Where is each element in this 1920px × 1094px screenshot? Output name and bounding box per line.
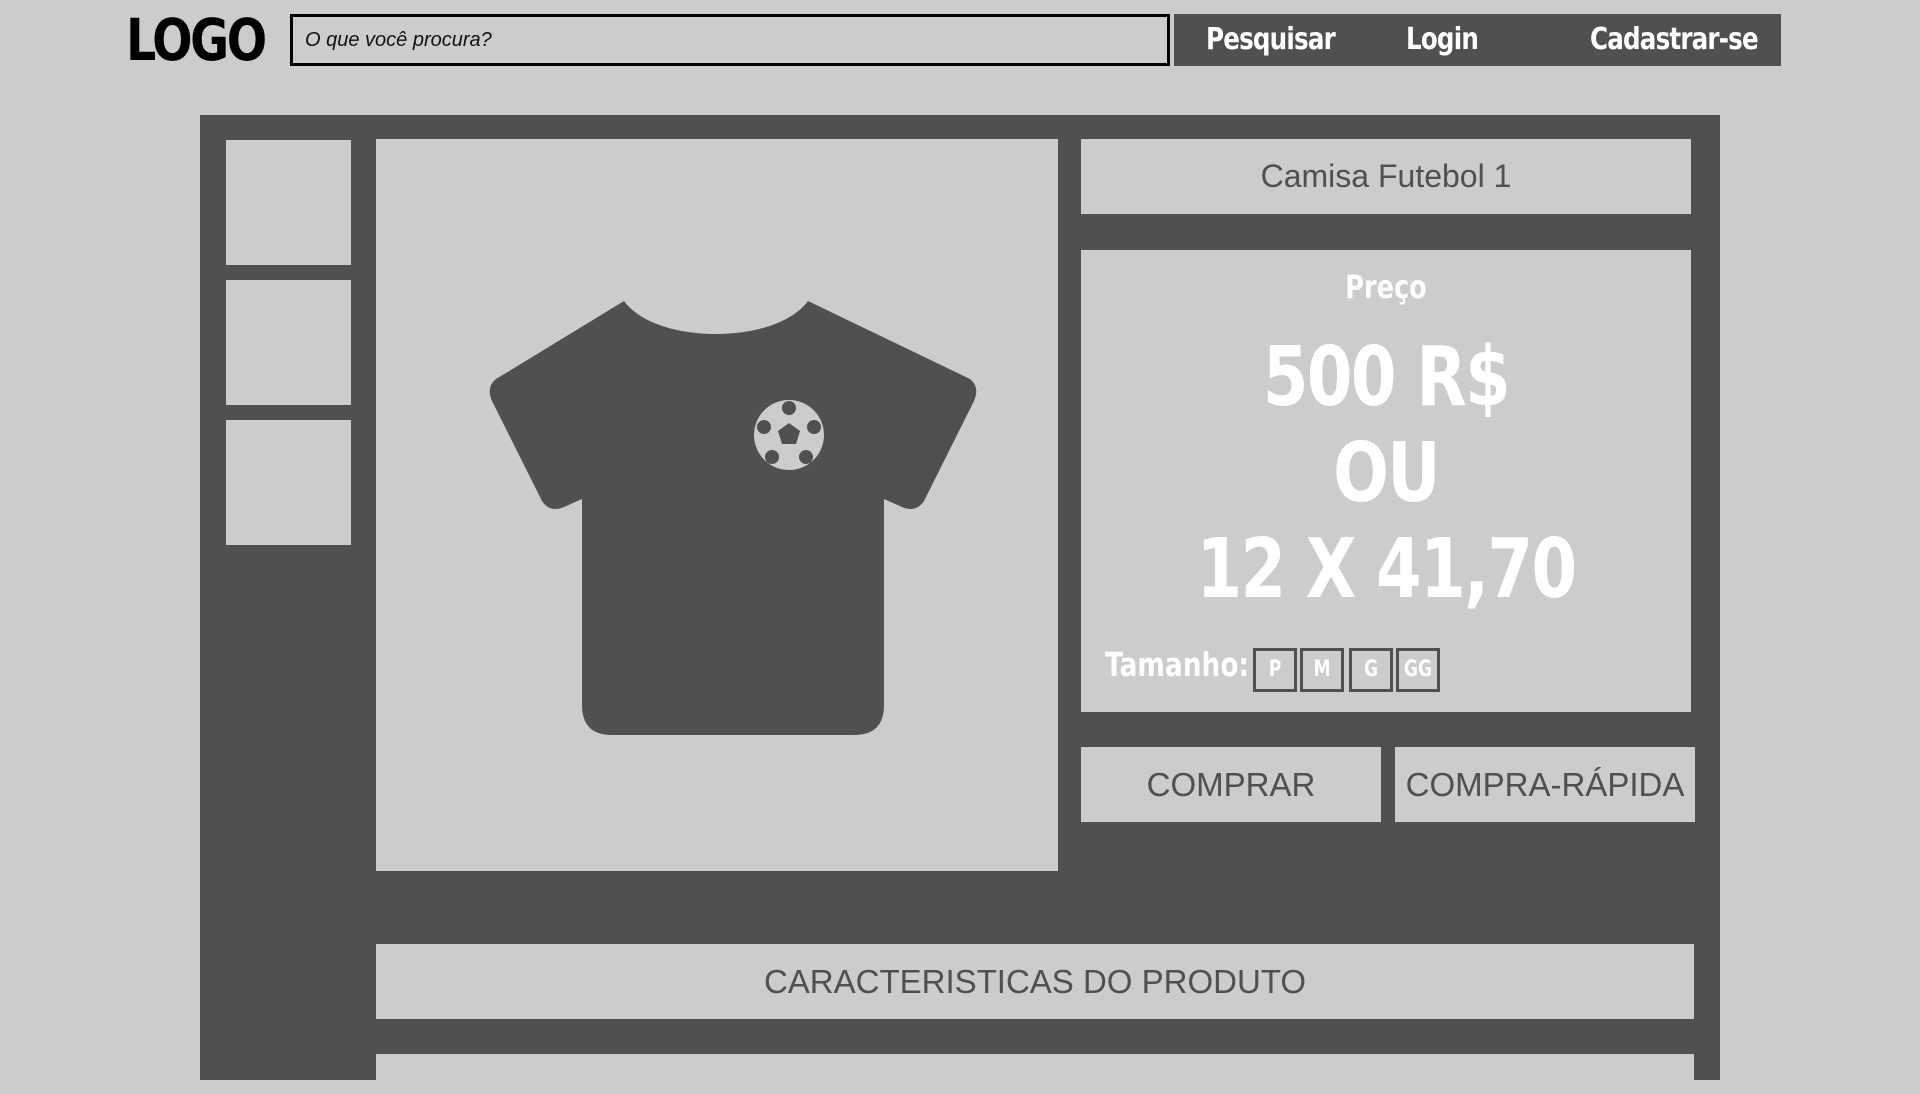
size-option-label: GG xyxy=(1403,657,1433,682)
search-input[interactable] xyxy=(290,14,1170,66)
login-button[interactable]: Login xyxy=(1406,14,1479,66)
price-value: 500 R$ xyxy=(1262,330,1511,425)
size-option-gg[interactable]: GG xyxy=(1396,648,1440,692)
product-features-header[interactable]: CARACTERISTICAS DO PRODUTO xyxy=(376,944,1694,1019)
size-option-g[interactable]: G xyxy=(1349,648,1393,692)
size-option-label: G xyxy=(1363,657,1379,682)
product-title: Camisa Futebol 1 xyxy=(1081,139,1691,214)
size-option-p[interactable]: P xyxy=(1253,648,1297,692)
size-label: Tamanho: xyxy=(1105,645,1250,684)
or-text: OU xyxy=(1333,426,1440,521)
thumbnail-1[interactable] xyxy=(226,140,351,265)
signup-button[interactable]: Cadastrar-se xyxy=(1590,14,1759,66)
search-button[interactable]: Pesquisar xyxy=(1206,14,1336,66)
quick-buy-button[interactable]: COMPRA-RÁPIDA xyxy=(1395,747,1695,822)
price-label: Preço xyxy=(1345,268,1427,306)
product-image xyxy=(376,139,1058,871)
buy-button[interactable]: COMPRAR xyxy=(1081,747,1381,822)
size-option-label: M xyxy=(1313,657,1331,682)
next-section-bar xyxy=(376,1054,1694,1094)
logo[interactable]: LOGO xyxy=(126,6,267,74)
top-nav: Pesquisar Login Cadastrar-se xyxy=(1174,14,1781,66)
price-box: Preço 500 R$ OU 12 X 41,70 Tamanho: P M … xyxy=(1081,250,1691,712)
product-panel: Camisa Futebol 1 Preço 500 R$ OU 12 X 41… xyxy=(200,115,1720,1094)
tshirt-soccer-icon xyxy=(489,301,977,735)
size-option-m[interactable]: M xyxy=(1300,648,1344,692)
installments-value: 12 X 41,70 xyxy=(1196,522,1577,617)
size-option-label: P xyxy=(1268,657,1282,682)
thumbnail-3[interactable] xyxy=(226,420,351,545)
thumbnail-2[interactable] xyxy=(226,280,351,405)
